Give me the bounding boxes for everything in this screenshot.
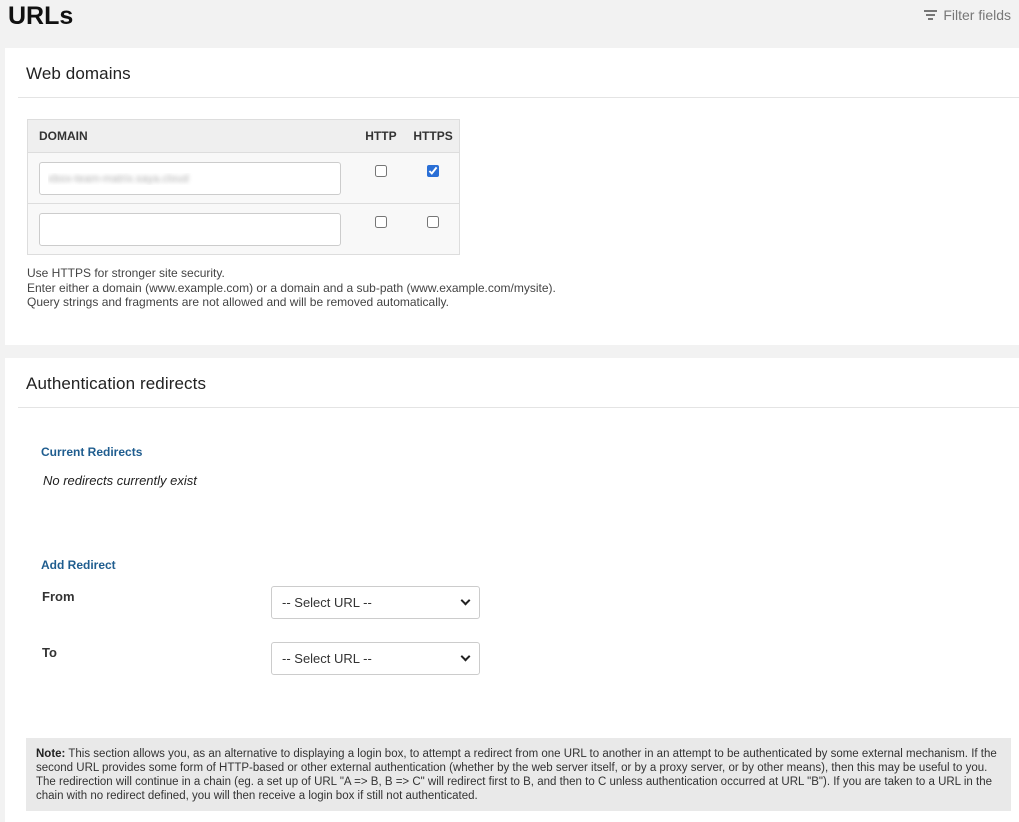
http-checkbox[interactable] [374, 216, 387, 228]
domain-table-header: DOMAIN HTTP HTTPS [27, 119, 460, 153]
to-url-value: -- Select URL -- [282, 651, 372, 666]
page-title: URLs [8, 2, 74, 30]
domain-table: DOMAIN HTTP HTTPS [27, 119, 460, 255]
add-redirect-label: Add Redirect [41, 558, 116, 572]
web-domains-title: Web domains [26, 64, 131, 83]
https-checkbox[interactable] [427, 165, 440, 177]
web-domains-panel: Web domains DOMAIN HTTP HTTPS xbox-team-… [5, 48, 1019, 345]
column-domain: DOMAIN [27, 119, 355, 153]
table-row [27, 152, 460, 204]
from-url-select[interactable]: -- Select URL -- [271, 586, 480, 619]
auth-redirects-panel: Authentication redirects Current Redirec… [5, 358, 1019, 822]
filter-fields-button[interactable]: Filter fields [924, 7, 1011, 23]
chevron-down-icon [460, 595, 471, 606]
domain-input[interactable] [39, 213, 341, 246]
table-row [27, 203, 460, 255]
no-redirects-message: No redirects currently exist [43, 473, 197, 488]
chevron-down-icon [460, 651, 471, 662]
note-label: Note: [36, 748, 66, 760]
domain-input[interactable] [39, 162, 341, 195]
help-line: Enter either a domain (www.example.com) … [27, 280, 556, 295]
to-url-select[interactable]: -- Select URL -- [271, 642, 480, 675]
from-url-value: -- Select URL -- [282, 595, 372, 610]
current-redirects-label: Current Redirects [41, 445, 143, 459]
auth-redirects-header: Authentication redirects [18, 358, 1019, 408]
redirect-note: Note: This section allows you, as an alt… [26, 738, 1011, 811]
from-label: From [42, 589, 75, 604]
help-line: Use HTTPS for stronger site security. [27, 266, 225, 280]
column-https: HTTPS [407, 119, 460, 153]
to-label: To [42, 645, 57, 660]
help-line: Query strings and fragments are not allo… [27, 295, 449, 309]
https-checkbox[interactable] [427, 216, 440, 228]
filter-icon [924, 10, 938, 20]
web-domains-header: Web domains [18, 48, 1019, 98]
http-checkbox[interactable] [374, 165, 387, 177]
filter-fields-label: Filter fields [943, 7, 1011, 23]
column-http: HTTP [354, 119, 408, 153]
auth-redirects-title: Authentication redirects [26, 374, 207, 393]
web-domains-help: Use HTTPS for stronger site security. En… [27, 266, 556, 310]
note-text: This section allows you, as an alternati… [36, 748, 997, 802]
